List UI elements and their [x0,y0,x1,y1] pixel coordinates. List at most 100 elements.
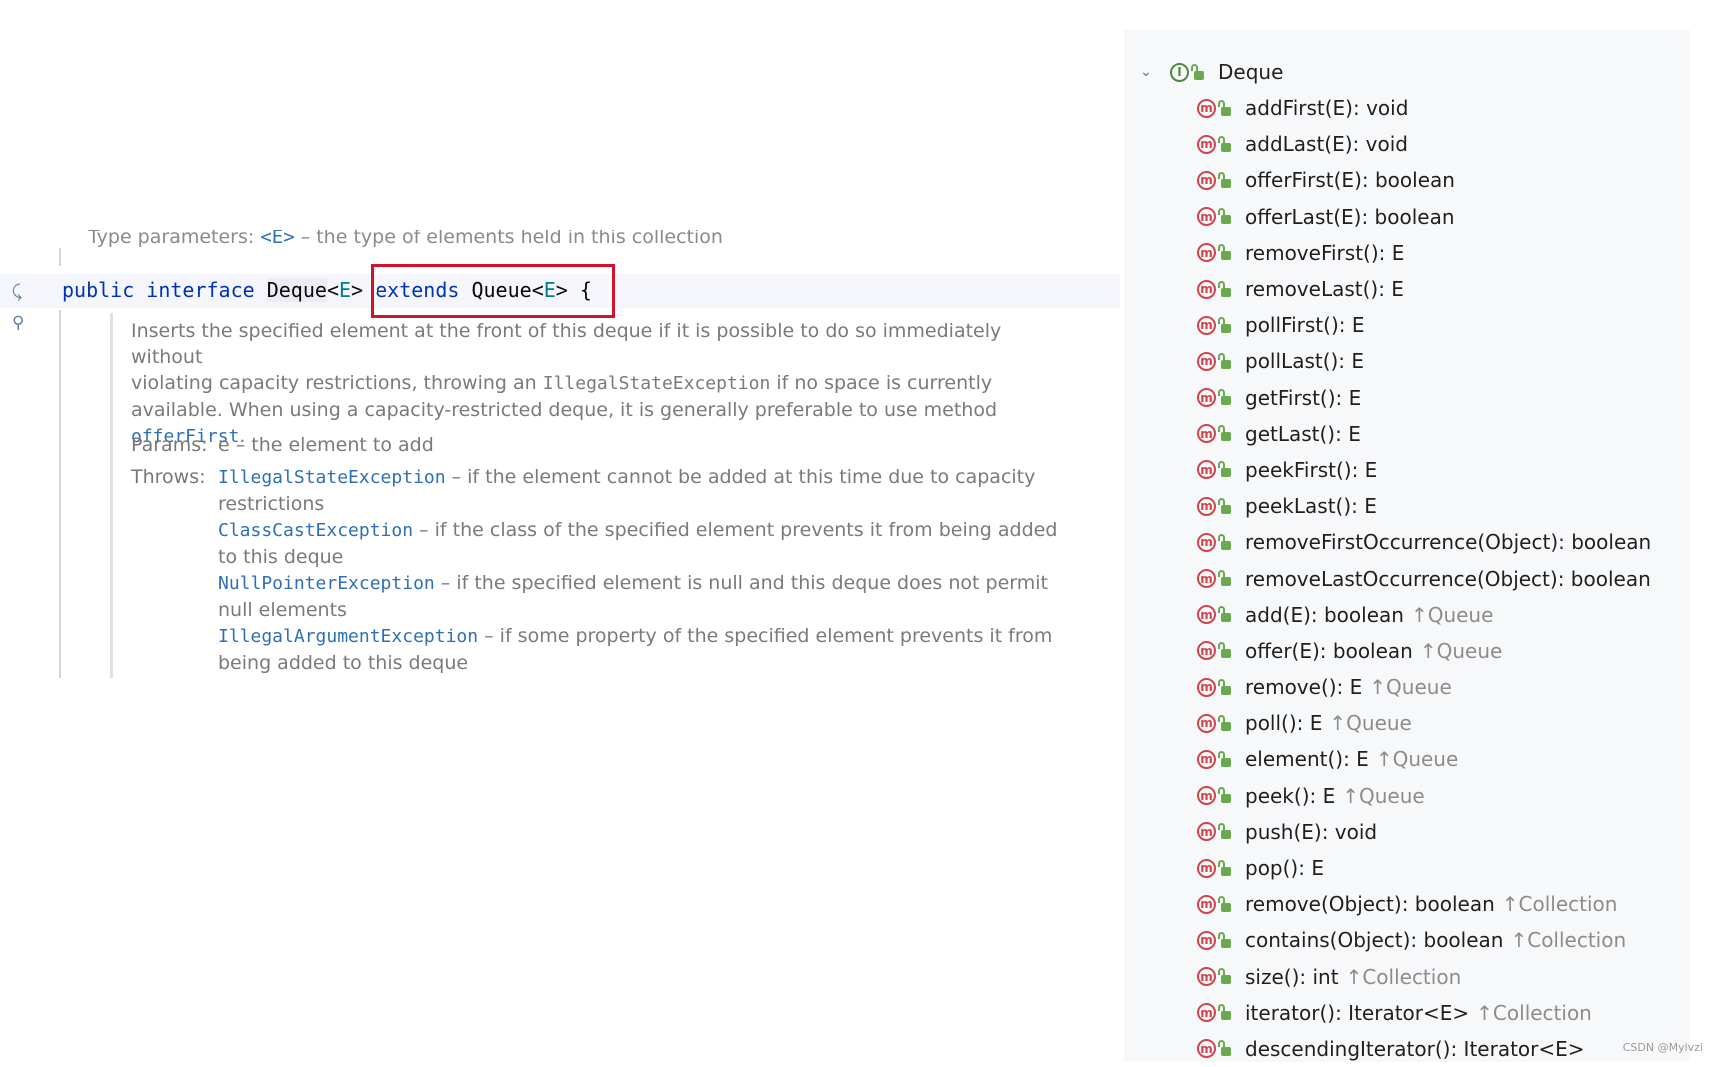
exception-link[interactable]: IllegalStateException [218,467,446,488]
method-icon: m [1197,496,1216,516]
tree-item-method[interactable]: m add(E): boolean ↑Queue [1197,597,1651,633]
tree-item-method[interactable]: m size(): int ↑Collection [1197,959,1651,995]
inherited-from-label: ↑Collection [1476,1000,1592,1025]
method-list: m addFirst(E): void m addLast(E): void m offe… [1197,90,1651,1067]
public-lock-icon [1218,606,1231,623]
public-lock-icon [1218,171,1231,188]
method-icon: m [1197,641,1216,661]
inherited-from-label: ↑Queue [1329,711,1412,736]
tree-item-method[interactable]: m pollFirst(): E [1197,307,1651,343]
tree-item-method[interactable]: m iterator(): Iterator<E> ↑Collection [1197,995,1651,1031]
tree-item-method[interactable]: m removeLastOccurrence(Object): boolean [1197,560,1651,596]
code-editor[interactable]: Type parameters: <E> – the type of eleme… [0,0,1120,1062]
tree-item-method[interactable]: m remove(): E ↑Queue [1197,669,1651,705]
tree-item-method[interactable]: m remove(Object): boolean ↑Collection [1197,886,1651,922]
method-icon: m [1197,569,1216,589]
public-lock-icon [1218,678,1231,695]
tree-item-method[interactable]: m offerLast(E): boolean [1197,199,1651,235]
public-lock-icon [1218,244,1231,261]
public-lock-icon [1218,497,1231,514]
public-lock-icon [1218,823,1231,840]
javadoc-tags: Params: e – the element to add Throws: I… [131,432,1071,682]
throws-item: IllegalStateException – if the element c… [218,466,1036,515]
method-icon: m [1197,749,1216,769]
method-icon: m [1197,822,1216,842]
deque-identifier[interactable]: Deque [266,278,327,302]
inherited-from-label: ↑Collection [1501,892,1618,917]
public-lock-icon [1218,208,1231,225]
tree-item-method[interactable]: m getLast(): E [1197,416,1651,452]
public-lock-icon [1218,642,1231,659]
previous-doc-comment: Type parameters: <E> – the type of eleme… [88,230,723,248]
public-lock-icon [1218,461,1231,478]
tree-item-method[interactable]: m removeFirstOccurrence(Object): boolean [1197,524,1651,560]
exception-link[interactable]: NullPointerException [218,573,435,594]
method-icon: m [1197,894,1216,914]
tree-root-deque[interactable]: ⌄ I Deque [1140,54,1283,90]
throws-list: IllegalStateException – if the element c… [218,464,1071,676]
public-lock-icon [1218,533,1231,550]
bookmark-pin-gutter-icon[interactable]: ⚲ [12,313,24,333]
public-lock-icon [1218,316,1231,333]
public-lock-icon [1218,570,1231,587]
interface-icon: I [1170,62,1189,82]
tree-item-method[interactable]: m offerFirst(E): boolean [1197,162,1651,198]
tree-item-method[interactable]: m addLast(E): void [1197,126,1651,162]
throws-item: ClassCastException – if the class of the… [218,519,1058,568]
method-icon: m [1197,1003,1216,1023]
inherited-from-label: ↑Queue [1342,783,1425,808]
tree-item-method[interactable]: m push(E): void [1197,814,1651,850]
tree-item-method[interactable]: m peekFirst(): E [1197,452,1651,488]
method-icon: m [1197,532,1216,552]
tree-item-method[interactable]: m getFirst(): E [1197,380,1651,416]
public-lock-icon [1218,931,1231,948]
params-row: Params: e – the element to add [131,434,434,456]
structure-panel[interactable]: ⌄ I Deque m addFirst(E): void m addLast(E):… [1124,30,1690,1062]
method-icon: m [1197,677,1216,697]
doc-comment-border [59,310,61,678]
exception-link[interactable]: ClassCastException [218,520,413,541]
method-icon: m [1197,858,1216,878]
doc-comment-border [59,248,61,266]
tree-item-method[interactable]: m peek(): E ↑Queue [1197,778,1651,814]
public-lock-icon [1218,968,1231,985]
inherited-from-label: ↑Queue [1410,602,1494,627]
tree-item-method[interactable]: m pop(): E [1197,850,1651,886]
public-lock-icon [1218,389,1231,406]
tree-item-method[interactable]: m removeFirst(): E [1197,235,1651,271]
method-icon: m [1197,424,1216,444]
tree-item-method[interactable]: m offer(E): boolean ↑Queue [1197,633,1651,669]
public-lock-icon [1218,750,1231,767]
rendered-doc-border [110,313,113,678]
inherited-from-label: ↑Queue [1419,638,1503,663]
exception-link[interactable]: IllegalArgumentException [218,626,478,647]
method-icon: m [1197,967,1216,987]
public-lock-icon [1218,714,1231,731]
tree-item-method[interactable]: m addFirst(E): void [1197,90,1651,126]
tree-item-method[interactable]: m peekLast(): E [1197,488,1651,524]
public-lock-icon [1218,425,1231,442]
red-annotation-box [371,264,615,318]
public-lock-icon [1218,135,1231,152]
chevron-down-icon[interactable]: ⌄ [1140,64,1154,80]
rendered-javadoc: Inserts the specified element at the fro… [131,320,1002,447]
tree-item-method[interactable]: m pollLast(): E [1197,343,1651,379]
tree-item-method[interactable]: m poll(): E ↑Queue [1197,705,1651,741]
method-icon: m [1197,388,1216,408]
public-lock-icon [1218,859,1231,876]
throws-item: IllegalArgumentException – if some prope… [218,625,1053,674]
inherited-from-label: ↑Queue [1369,675,1452,700]
public-lock-icon [1191,63,1204,80]
tree-item-method[interactable]: m contains(Object): boolean ↑Collection [1197,922,1651,958]
watermark: CSDN @Mylvzi [1622,1041,1703,1054]
method-icon: m [1197,279,1216,299]
implemented-by-gutter-icon[interactable]: ⤹ [12,282,22,302]
tree-item-method[interactable]: m removeLast(): E [1197,271,1651,307]
public-lock-icon [1218,1040,1231,1057]
inherited-from-label: ↑Collection [1510,928,1627,953]
method-icon: m [1197,315,1216,335]
method-icon: m [1197,713,1216,733]
method-icon: m [1197,786,1216,806]
method-icon: m [1197,1039,1216,1059]
tree-item-method[interactable]: m element(): E ↑Queue [1197,741,1651,777]
